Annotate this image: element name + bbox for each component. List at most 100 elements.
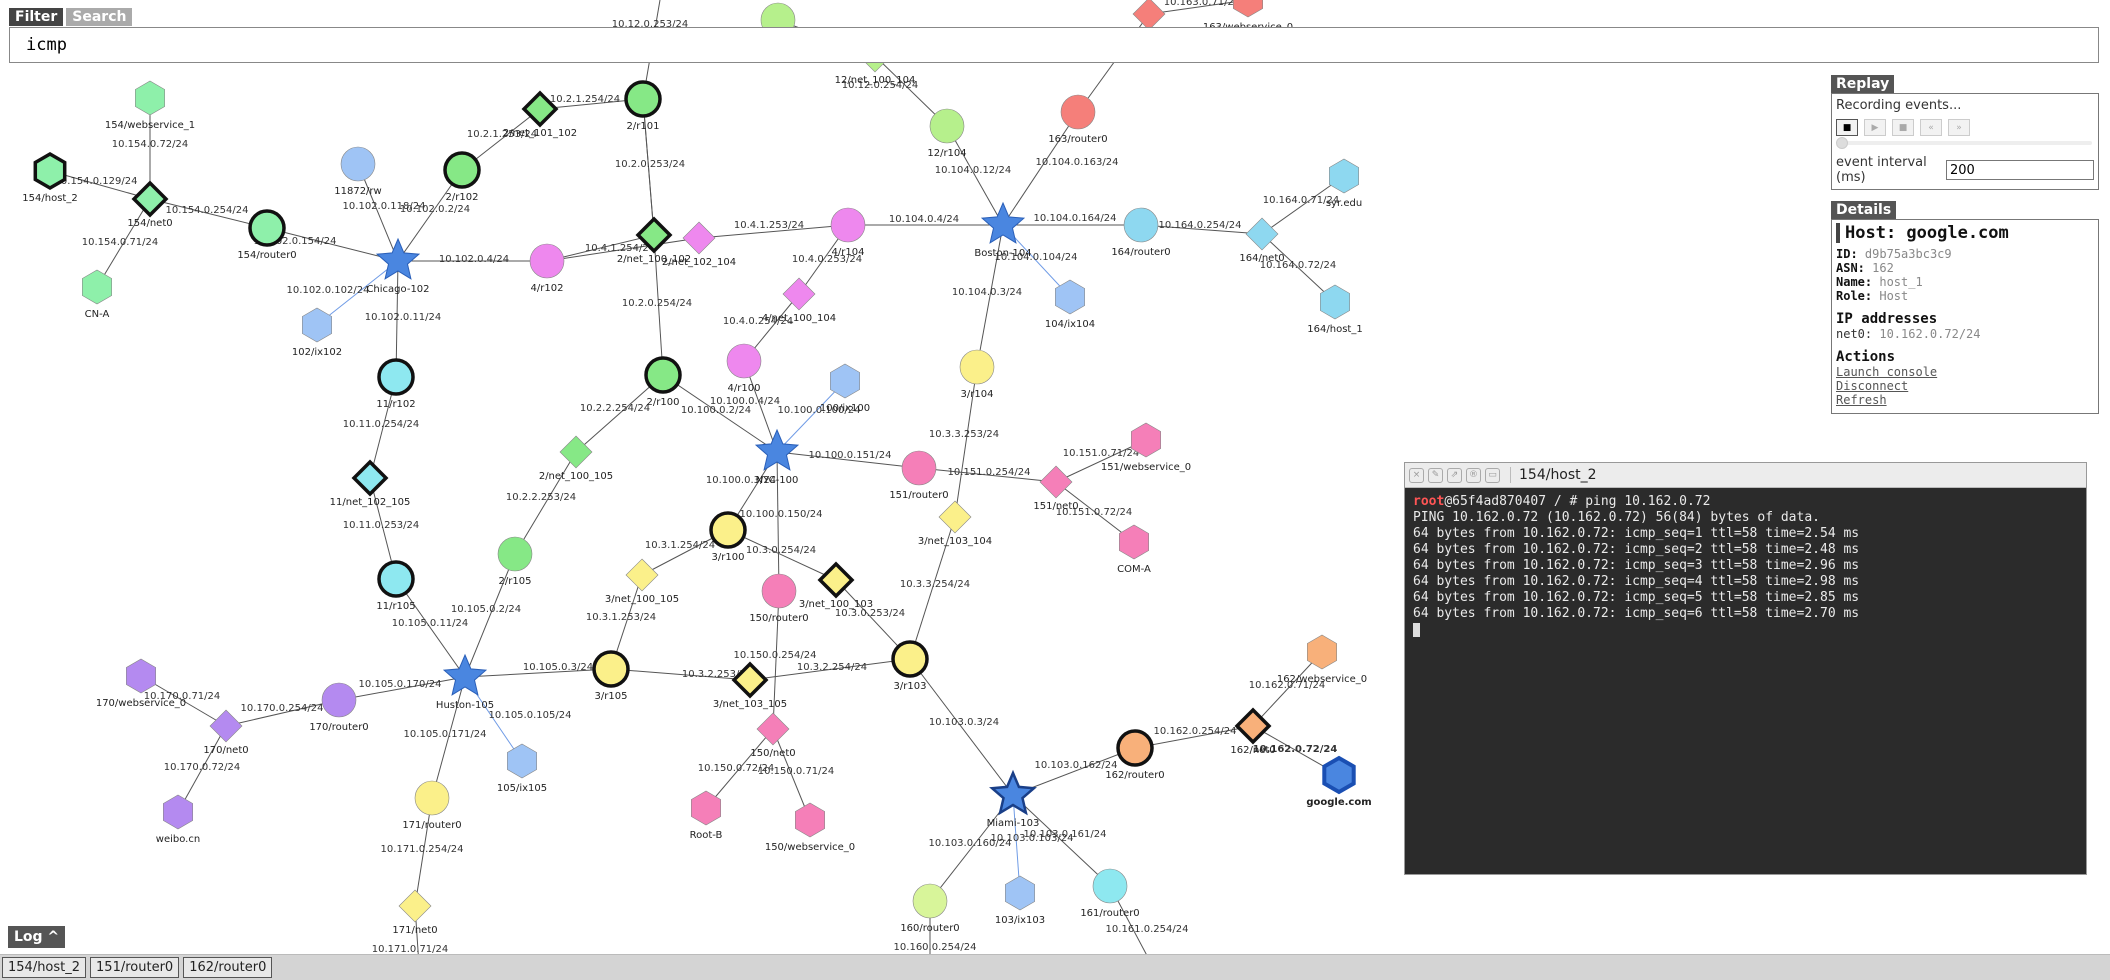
node-4-net-100-104[interactable]: 4/net_100_104 [762, 277, 836, 324]
router-circle-icon[interactable] [1116, 729, 1154, 767]
node-boston-104[interactable]: Boston-104 [974, 201, 1032, 259]
network-diamond-icon[interactable] [131, 180, 169, 218]
node-2-r101[interactable]: 2/r101 [624, 80, 662, 132]
node-google-com[interactable]: google.com [1306, 755, 1372, 808]
network-diamond-icon[interactable] [625, 558, 659, 592]
host-hexagon-icon[interactable] [1329, 158, 1359, 194]
ix-star-icon[interactable] [442, 653, 488, 696]
node-11872-rw[interactable]: 11872/rw [334, 146, 382, 197]
close-icon[interactable]: × [1409, 467, 1424, 483]
forward-button[interactable]: » [1948, 119, 1970, 136]
console-window[interactable]: × ✎ ⇗ ® ▭ 154/host_2 root@65f4ad870407 /… [1404, 462, 2087, 875]
router-circle-icon[interactable] [377, 358, 415, 396]
node-150-webservice-0[interactable]: 150/webservice_0 [765, 802, 855, 853]
node-171-router0[interactable]: 171/router0 [402, 780, 462, 831]
router-circle-icon[interactable] [644, 356, 682, 394]
router-circle-icon[interactable] [761, 573, 797, 609]
network-diamond-icon[interactable] [682, 221, 716, 255]
host-hexagon-icon[interactable] [33, 151, 67, 191]
router-circle-icon[interactable] [321, 682, 357, 718]
network-diamond-icon[interactable] [559, 435, 593, 469]
router-circle-icon[interactable] [709, 511, 747, 549]
bottom-tab[interactable]: 162/router0 [183, 957, 273, 978]
pause-button[interactable]: ■ [1892, 119, 1914, 136]
record-icon[interactable]: ® [1466, 467, 1481, 483]
node-2-r100[interactable]: 2/r100 [644, 356, 682, 408]
router-circle-icon[interactable] [497, 536, 533, 572]
network-diamond-icon[interactable] [782, 277, 816, 311]
host-hexagon-icon[interactable] [302, 307, 332, 343]
ix-star-icon[interactable] [980, 201, 1026, 244]
node-154-webservice-1[interactable]: 154/webservice_1 [105, 80, 195, 131]
filter-input[interactable] [10, 28, 2098, 62]
host-hexagon-icon[interactable] [1233, 0, 1263, 18]
router-circle-icon[interactable] [901, 450, 937, 486]
router-circle-icon[interactable] [929, 108, 965, 144]
ix-star-icon[interactable] [989, 769, 1037, 816]
router-circle-icon[interactable] [592, 650, 630, 688]
node-171-net0[interactable]: 171/net0 [392, 889, 438, 936]
node-100-ix100[interactable]: 100/ix100 [820, 363, 870, 414]
node-2-r105[interactable]: 2/r105 [497, 536, 533, 587]
host-hexagon-icon[interactable] [507, 743, 537, 779]
host-hexagon-icon[interactable] [126, 658, 156, 694]
network-diamond-icon[interactable] [398, 889, 432, 923]
router-circle-icon[interactable] [377, 560, 415, 598]
node-cn-a[interactable]: CN-A [82, 269, 112, 320]
node-2-r102[interactable]: 2/r102 [443, 151, 481, 203]
node-162-webservice-0[interactable]: 162/webservice_0 [1277, 634, 1367, 685]
node-4-r100[interactable]: 4/r100 [726, 343, 762, 394]
network-diamond-icon[interactable] [1039, 465, 1073, 499]
node-161-router0[interactable]: 161/router0 [1080, 868, 1140, 919]
node-3-net-100-103[interactable]: 3/net_100_103 [799, 561, 873, 610]
network-diamond-icon[interactable] [1234, 707, 1272, 745]
popout-icon[interactable]: ⇗ [1447, 467, 1462, 483]
stop-button[interactable]: ■ [1836, 119, 1858, 136]
node-151-router0[interactable]: 151/router0 [889, 450, 949, 501]
node-4-r104[interactable]: 4/r104 [830, 207, 866, 258]
slider-knob[interactable] [1836, 137, 1848, 149]
node-105-ix105[interactable]: 105/ix105 [497, 743, 547, 794]
play-button[interactable]: ▶ [1864, 119, 1886, 136]
host-hexagon-icon[interactable] [1005, 875, 1035, 911]
node-syr-edu[interactable]: syr.edu [1326, 158, 1362, 209]
edit-icon[interactable]: ✎ [1428, 467, 1443, 483]
router-circle-icon[interactable] [959, 349, 995, 385]
host-hexagon-icon[interactable] [82, 269, 112, 305]
node-104-ix104[interactable]: 104/ix104 [1045, 279, 1095, 330]
network-diamond-icon[interactable] [756, 712, 790, 746]
node-weibo-cn[interactable]: weibo.cn [156, 794, 200, 845]
host-hexagon-icon[interactable] [1320, 284, 1350, 320]
bottom-tab[interactable]: 151/router0 [90, 957, 180, 978]
node-103-ix103[interactable]: 103/ix103 [995, 875, 1045, 926]
node-163-router0[interactable]: 163/router0 [1048, 94, 1108, 145]
network-diamond-icon[interactable] [938, 500, 972, 534]
network-diamond-icon[interactable] [209, 709, 243, 743]
router-circle-icon[interactable] [1060, 94, 1096, 130]
interval-input[interactable] [1946, 160, 2094, 180]
node-11-r102[interactable]: 11/r102 [376, 358, 416, 410]
node-3-net-103-104[interactable]: 3/net_103_104 [918, 500, 992, 547]
disconnect-link[interactable]: Disconnect [1836, 379, 2094, 393]
node-12-r104[interactable]: 12/r104 [927, 108, 967, 159]
launch-console-link[interactable]: Launch console [1836, 365, 2094, 379]
node-11-net-102-105[interactable]: 11/net_102_105 [330, 459, 411, 508]
router-circle-icon[interactable] [1123, 207, 1159, 243]
tab-filter[interactable]: Filter [9, 8, 64, 26]
node-102-ix102[interactable]: 102/ix102 [292, 307, 342, 358]
log-toggle-button[interactable]: Log ^ [8, 926, 66, 948]
host-hexagon-icon[interactable] [830, 363, 860, 399]
node-3-net-100-105[interactable]: 3/net_100_105 [605, 558, 679, 605]
network-diamond-icon[interactable] [1132, 0, 1166, 31]
host-hexagon-icon[interactable] [1322, 755, 1356, 795]
node-3-r105[interactable]: 3/r105 [592, 650, 630, 702]
host-hexagon-icon[interactable] [135, 80, 165, 116]
router-circle-icon[interactable] [340, 146, 376, 182]
router-circle-icon[interactable] [624, 80, 662, 118]
host-hexagon-icon[interactable] [1307, 634, 1337, 670]
router-circle-icon[interactable] [830, 207, 866, 243]
node-2-net-100-105[interactable]: 2/net_100_105 [539, 435, 613, 482]
node-164-router0[interactable]: 164/router0 [1111, 207, 1171, 258]
host-hexagon-icon[interactable] [163, 794, 193, 830]
network-diamond-icon[interactable] [817, 561, 855, 599]
